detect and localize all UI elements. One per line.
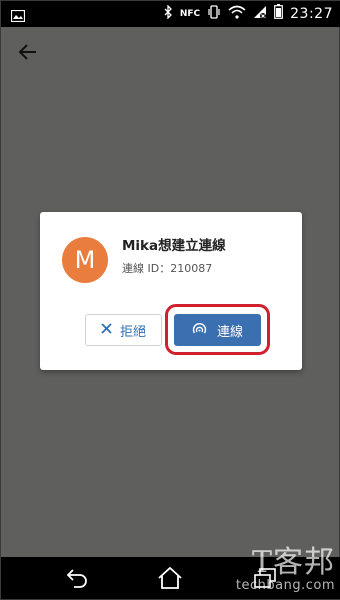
watermark-logo: T客邦 bbox=[251, 545, 335, 580]
connect-label: 連線 bbox=[216, 324, 243, 340]
watermark: T客邦 techbang.com bbox=[236, 547, 335, 593]
home-icon[interactable] bbox=[156, 565, 184, 591]
navigation-bar: T客邦 techbang.com bbox=[1, 547, 340, 599]
close-icon bbox=[101, 322, 112, 338]
wifi-icon bbox=[228, 4, 246, 23]
avatar: M bbox=[62, 237, 108, 283]
reject-label: 拒絕 bbox=[119, 324, 146, 340]
connection-id: 連線 ID：210087 bbox=[122, 262, 213, 275]
dialog-title: Mika想建立連線 bbox=[122, 238, 226, 254]
signal-icon bbox=[253, 4, 267, 23]
battery-icon bbox=[274, 4, 284, 23]
watermark-url: techbang.com bbox=[235, 578, 335, 593]
app-screen: NFC 23:27 M Mika想建立連線 連線 ID：210087 拒絕 連線… bbox=[0, 0, 340, 600]
bluetooth-icon bbox=[164, 4, 173, 23]
photo-icon bbox=[10, 7, 26, 26]
connect-button[interactable]: 連線 bbox=[174, 314, 261, 346]
status-time: 23:27 bbox=[290, 5, 333, 22]
back-nav-icon[interactable] bbox=[63, 565, 91, 591]
status-bar: NFC 23:27 bbox=[1, 1, 340, 27]
vibrate-icon bbox=[207, 4, 221, 23]
nfc-icon: NFC bbox=[179, 8, 201, 19]
back-arrow-icon[interactable] bbox=[15, 39, 41, 65]
connect-signal-icon bbox=[192, 322, 207, 339]
reject-button[interactable]: 拒絕 bbox=[85, 314, 162, 346]
connection-request-dialog: M Mika想建立連線 連線 ID：210087 拒絕 連線 bbox=[40, 212, 302, 370]
